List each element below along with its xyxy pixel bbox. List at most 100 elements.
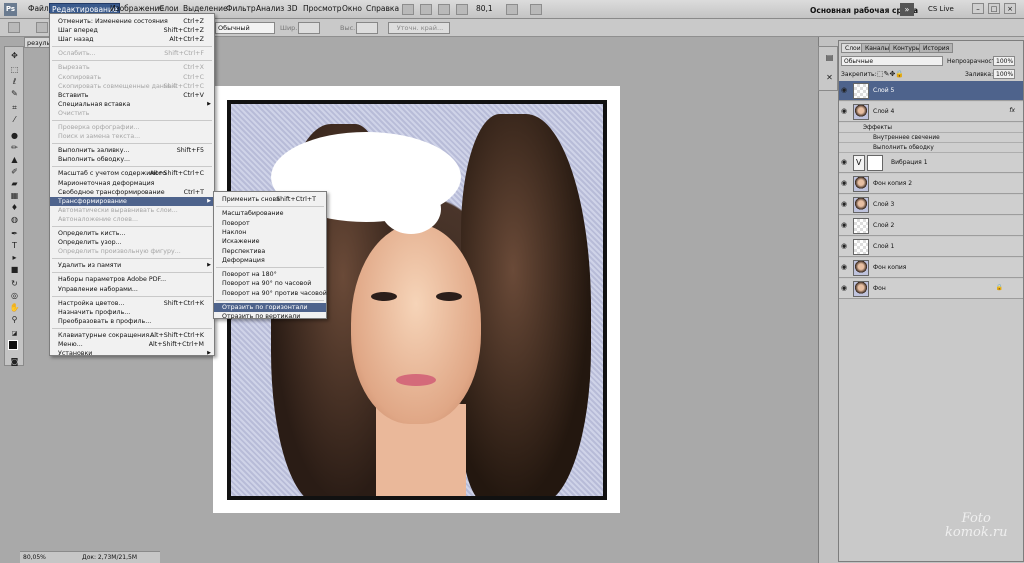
gradient-tool-icon[interactable]: ▦ <box>8 191 21 200</box>
quick-mask-icon[interactable]: ◙ <box>8 357 21 366</box>
edit_menu-item[interactable]: Определить кисть... <box>50 229 214 238</box>
minimize-icon[interactable]: – <box>972 3 984 14</box>
edit_menu-item[interactable]: Удалить из памяти ▶ <box>50 261 214 270</box>
menu-analysis[interactable]: Анализ <box>256 4 284 13</box>
transform_menu-item[interactable]: Отразить по горизонтали <box>214 303 326 312</box>
layer-effect-row[interactable]: Внутреннее свечение <box>839 133 1023 143</box>
transform_menu-item[interactable]: Поворот <box>214 219 326 228</box>
layer-thumbnail[interactable] <box>853 239 869 255</box>
layer-row[interactable]: ◉ Фон 🔒 <box>839 279 1023 299</box>
layer-row[interactable]: ◉ V Вибрация 1 <box>839 153 1023 173</box>
healing-tool-icon[interactable]: ● <box>8 131 21 140</box>
layer-row[interactable]: ◉ Слой 3 <box>839 195 1023 215</box>
transform_menu-item[interactable]: Деформация <box>214 256 326 265</box>
fill-input[interactable]: 100% <box>993 69 1015 79</box>
path-select-tool-icon[interactable]: ▸ <box>8 253 21 262</box>
edit_menu-item[interactable]: Вставить Ctrl+V <box>50 91 214 100</box>
menu-select[interactable]: Выделение <box>183 4 228 13</box>
menu-file[interactable]: Файл <box>28 4 49 13</box>
hand-tool-icon[interactable]: ✋ <box>8 303 21 312</box>
bridge-icon[interactable] <box>402 4 414 15</box>
transform_menu-item[interactable]: Поворот на 180° <box>214 270 326 279</box>
marquee-preset-icon[interactable] <box>8 22 20 33</box>
lock-icons[interactable]: ⬚✎✥🔒 <box>877 70 904 78</box>
style-select[interactable]: Обычный <box>215 22 275 34</box>
layer-thumbnail[interactable] <box>853 260 869 276</box>
layer-thumbnail[interactable] <box>853 197 869 213</box>
visibility-eye-icon[interactable]: ◉ <box>841 263 851 272</box>
tools-panel-icon[interactable]: ✕ <box>823 73 836 82</box>
minibridge-icon[interactable] <box>420 4 432 15</box>
visibility-eye-icon[interactable]: ◉ <box>841 86 851 95</box>
edit_menu-item[interactable]: Трансформирование ▶ <box>50 196 214 206</box>
eraser-tool-icon[interactable]: ▰ <box>8 179 21 188</box>
close-icon[interactable]: × <box>1004 3 1016 14</box>
transform_menu-item[interactable]: Перспектива <box>214 247 326 256</box>
workspace-more-icon[interactable]: » <box>900 3 914 16</box>
stamp-tool-icon[interactable]: ▲ <box>8 155 21 164</box>
screen-mode-icon[interactable] <box>530 4 542 15</box>
layer-row[interactable]: ◉ Фон копия <box>839 258 1023 278</box>
eyedropper-tool-icon[interactable]: ⁄ <box>8 115 21 124</box>
zoom-field[interactable]: 80,1 <box>476 4 493 13</box>
visibility-eye-icon[interactable]: ◉ <box>841 200 851 209</box>
layer-row[interactable]: ◉ Слой 5 <box>839 81 1023 101</box>
layer-thumbnail[interactable] <box>853 281 869 297</box>
quick-select-tool-icon[interactable]: ✎ <box>8 89 21 98</box>
fx-icon[interactable]: fx <box>1009 107 1015 114</box>
edit_menu-item[interactable]: Преобразовать в профиль... <box>50 317 214 326</box>
menu-window[interactable]: Окно <box>342 4 362 13</box>
opacity-input[interactable]: 100% <box>993 56 1015 66</box>
layer-row[interactable]: ◉ Слой 4 fx <box>839 102 1023 122</box>
tab-history[interactable]: История <box>919 43 954 53</box>
transform_menu-item[interactable]: Отразить по вертикали <box>214 312 326 321</box>
menu-view[interactable]: Просмотр <box>303 4 342 13</box>
foreground-color-swatch[interactable] <box>8 340 18 350</box>
history-brush-tool-icon[interactable]: ✐ <box>8 167 21 176</box>
edit_menu-item[interactable]: Определить узор... <box>50 238 214 247</box>
layer-thumbnail[interactable] <box>853 83 869 99</box>
layer-thumbnail[interactable] <box>853 104 869 120</box>
selection-mode-icon[interactable] <box>36 22 48 33</box>
adjustment-icon[interactable]: V <box>853 155 865 171</box>
cs-live-button[interactable]: CS Live <box>928 5 954 13</box>
width-input[interactable] <box>298 22 320 34</box>
hand-icon[interactable] <box>438 4 450 15</box>
transform_menu-item[interactable]: Поворот на 90° по часовой <box>214 279 326 288</box>
status-doc-size[interactable]: Док: 2,73M/21,5M <box>82 552 137 563</box>
refine-edge-button[interactable]: Уточн. край... <box>388 22 450 34</box>
move-tool-icon[interactable]: ✥ <box>8 51 21 60</box>
brush-tool-icon[interactable]: ✏ <box>8 143 21 152</box>
edit_menu-item[interactable]: Меню... Alt+Shift+Ctrl+M <box>50 340 214 349</box>
type-tool-icon[interactable]: T <box>8 241 21 250</box>
visibility-eye-icon[interactable]: ◉ <box>841 242 851 251</box>
layer-thumbnail[interactable] <box>867 155 883 171</box>
dodge-tool-icon[interactable]: ◍ <box>8 215 21 224</box>
menu-filter[interactable]: Фильтр <box>226 4 256 13</box>
edit_menu-item[interactable]: Марионеточная деформация <box>50 179 214 188</box>
transform_menu-item[interactable]: Масштабирование <box>214 209 326 218</box>
edit_menu-item[interactable]: Отменить: Изменение состояния Ctrl+Z <box>50 17 214 26</box>
lasso-tool-icon[interactable]: ℓ <box>8 77 21 86</box>
menu-help[interactable]: Справка <box>366 4 399 13</box>
edit_menu-item[interactable]: Установки ▶ <box>50 349 214 358</box>
3d-orbit-tool-icon[interactable]: ◎ <box>8 291 21 300</box>
transform_menu-item[interactable]: Применить снова Shift+Ctrl+T <box>214 195 326 204</box>
arrange-icon[interactable] <box>506 4 518 15</box>
blend-mode-select[interactable]: Обычные <box>841 56 943 66</box>
menu-image[interactable]: Изображение <box>110 4 164 13</box>
edit_menu-item[interactable]: Управление наборами... <box>50 285 214 294</box>
edit_menu-item[interactable]: Выполнить обводку... <box>50 155 214 164</box>
layer-effect-row[interactable]: Выполнить обводку <box>839 143 1023 153</box>
default-colors-icon[interactable]: ◪ <box>8 329 21 338</box>
blur-tool-icon[interactable]: ♦ <box>8 203 21 212</box>
edit_menu-item[interactable]: Выполнить заливку... Shift+F5 <box>50 146 214 155</box>
transform_menu-item[interactable]: Поворот на 90° против часовой <box>214 289 327 298</box>
edit_menu-item[interactable]: Специальная вставка ▶ <box>50 100 214 109</box>
zoom-icon[interactable] <box>456 4 468 15</box>
visibility-eye-icon[interactable]: ◉ <box>841 284 851 293</box>
zoom-tool-icon[interactable]: ⚲ <box>8 315 21 324</box>
layer-thumbnail[interactable] <box>853 176 869 192</box>
edit_menu-item[interactable]: Шаг назад Alt+Ctrl+Z <box>50 35 214 44</box>
marquee-tool-icon[interactable]: ⬚ <box>8 65 21 74</box>
